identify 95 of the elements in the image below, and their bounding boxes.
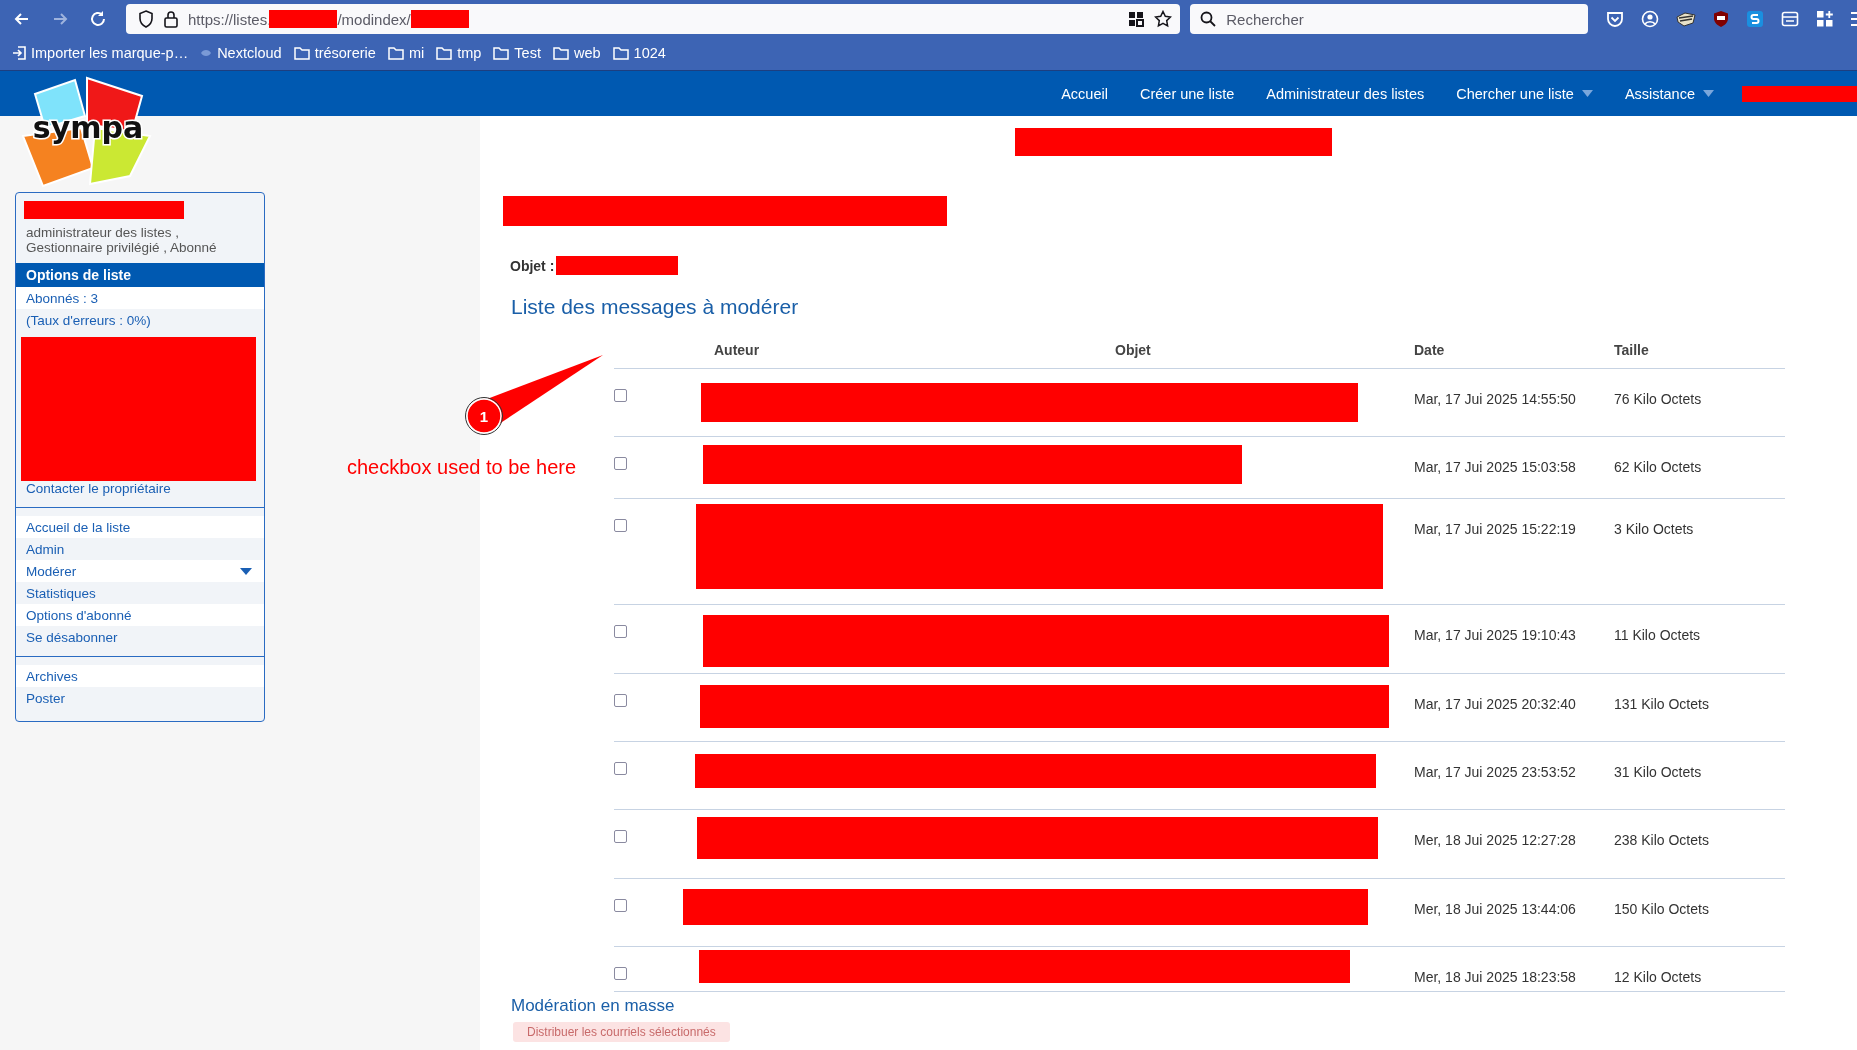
caret-icon <box>1703 90 1714 97</box>
date-cell-text: Mar, 17 Jui 2025 15:22:19 <box>1414 521 1577 537</box>
bookmark[interactable]: tmp <box>436 45 482 61</box>
column-header: Objet <box>1115 342 1152 358</box>
bookmark[interactable]: mi <box>387 45 425 61</box>
bookmark[interactable]: web <box>552 45 601 61</box>
nav-link[interactable]: Accueil <box>1045 85 1124 102</box>
size-cell-text: 11 Kilo Octets <box>1614 627 1702 643</box>
role-text: Gestionnaire privilégié , Abonné <box>25 240 218 255</box>
menu-item[interactable]: Archives <box>16 665 264 687</box>
search-box[interactable]: Rechercher <box>1190 4 1588 34</box>
shield-icon <box>138 10 154 28</box>
redaction-block <box>410 10 469 28</box>
folder-icon <box>387 46 404 60</box>
date-cell-text: Mar, 17 Jui 2025 23:53:52 <box>1414 764 1577 780</box>
date-cell-text: Mar, 17 Jui 2025 14:55:50 <box>1414 391 1577 407</box>
annotation-text: checkbox used to be here <box>347 456 577 479</box>
redaction-block <box>269 10 338 28</box>
checkbox[interactable] <box>614 389 627 402</box>
subject-label: Objet : <box>510 257 555 274</box>
menu-item[interactable]: Options d'abonné <box>16 604 264 626</box>
mask-icon[interactable] <box>1676 11 1696 27</box>
menu-item[interactable]: Se désabonner <box>16 626 264 648</box>
bookmark[interactable]: Importer les marque-p… <box>12 45 189 61</box>
menu-item[interactable]: Accueil de la liste <box>16 516 264 538</box>
size-cell-text: 62 Kilo Octets <box>1614 459 1703 475</box>
nav-link[interactable]: Assistance <box>1608 85 1730 102</box>
menu-item[interactable]: Admin <box>16 538 264 560</box>
nav-link[interactable]: Chercher une liste <box>1440 85 1609 102</box>
menu-item[interactable]: Modérer <box>16 560 264 582</box>
info-link[interactable]: (Taux d'erreurs : 0%) <box>16 309 264 331</box>
caret-icon <box>1581 90 1593 97</box>
bookmark[interactable]: Test <box>493 45 541 61</box>
date-cell-text: Mer, 18 Jui 2025 18:23:58 <box>1414 969 1577 985</box>
date-cell-text: Mar, 17 Jui 2025 19:10:43 <box>1414 627 1577 643</box>
site-icon <box>200 47 213 59</box>
square-icon[interactable] <box>1746 10 1764 28</box>
bookmark[interactable]: 1024 <box>612 45 666 61</box>
size-cell-text: 76 Kilo Octets <box>1614 391 1703 407</box>
address-bar[interactable]: https://listes. /modindex/ <box>126 4 1181 34</box>
section-title: Modération en masse <box>511 996 676 1016</box>
size-cell-text: 238 Kilo Octets <box>1614 832 1710 848</box>
checkbox[interactable] <box>614 899 627 912</box>
search-icon <box>1200 11 1217 27</box>
tab-icon[interactable] <box>1781 10 1799 28</box>
checkbox[interactable] <box>614 457 627 470</box>
url-text: https://listes. <box>188 10 272 28</box>
checkbox[interactable] <box>614 625 627 638</box>
checkbox[interactable] <box>614 967 627 980</box>
column-header: Date <box>1414 342 1446 358</box>
role-text: administrateur des listes , <box>25 225 181 240</box>
size-cell-text: 131 Kilo Octets <box>1614 696 1710 712</box>
date-cell-text: Mar, 17 Jui 2025 15:03:58 <box>1414 459 1577 475</box>
nav-link[interactable]: Créer une liste <box>1123 85 1251 102</box>
info-link[interactable]: Abonnés : 3 <box>16 287 264 309</box>
lock-icon <box>164 10 178 28</box>
size-cell-text: 12 Kilo Octets <box>1614 969 1703 985</box>
section-header: Options de liste <box>16 263 264 287</box>
grid-icon[interactable] <box>1128 11 1145 27</box>
size-cell-text: 150 Kilo Octets <box>1614 901 1710 917</box>
reload-icon[interactable] <box>88 9 108 29</box>
checkbox[interactable] <box>614 830 627 843</box>
checkbox[interactable] <box>614 694 627 707</box>
folder-icon <box>436 46 453 60</box>
url-text: /modindex/ <box>337 10 411 28</box>
caret-icon <box>240 567 252 575</box>
size-cell-text: 31 Kilo Octets <box>1614 764 1703 780</box>
contact-link[interactable]: Contacter le propriétaire <box>16 477 264 499</box>
menu-item[interactable]: Statistiques <box>16 582 264 604</box>
size-cell-text: 3 Kilo Octets <box>1614 521 1695 537</box>
folder-icon <box>552 46 569 60</box>
callout-badge: 1 <box>465 397 503 435</box>
date-cell-text: Mer, 18 Jui 2025 13:44:06 <box>1414 901 1577 917</box>
bookmark[interactable]: trésorerie <box>293 45 376 61</box>
import-icon <box>12 46 26 60</box>
star-icon[interactable] <box>1154 10 1173 28</box>
account-icon[interactable] <box>1641 10 1659 28</box>
menu-icon[interactable] <box>1851 10 1857 28</box>
column-header: Taille <box>1614 342 1650 358</box>
folder-icon <box>612 46 629 60</box>
column-header: Auteur <box>714 342 761 358</box>
date-cell-text: Mer, 18 Jui 2025 12:27:28 <box>1414 832 1577 848</box>
folder-icon <box>293 46 310 60</box>
menu-item[interactable]: Poster <box>16 687 264 709</box>
search-field[interactable]: Rechercher <box>1224 9 1569 29</box>
date-cell-text: Mar, 17 Jui 2025 20:32:40 <box>1414 696 1577 712</box>
bookmark[interactable]: Nextcloud <box>200 45 282 61</box>
nav-link[interactable]: Administrateur des listes <box>1250 85 1441 102</box>
apps-icon[interactable] <box>1816 10 1834 28</box>
checkbox[interactable] <box>614 519 627 532</box>
checkbox[interactable] <box>614 762 627 775</box>
page-title: Liste des messages à modérer <box>511 295 800 319</box>
pocket-icon[interactable] <box>1606 10 1624 28</box>
shield-icon[interactable] <box>1713 10 1729 28</box>
folder-icon <box>493 46 510 60</box>
